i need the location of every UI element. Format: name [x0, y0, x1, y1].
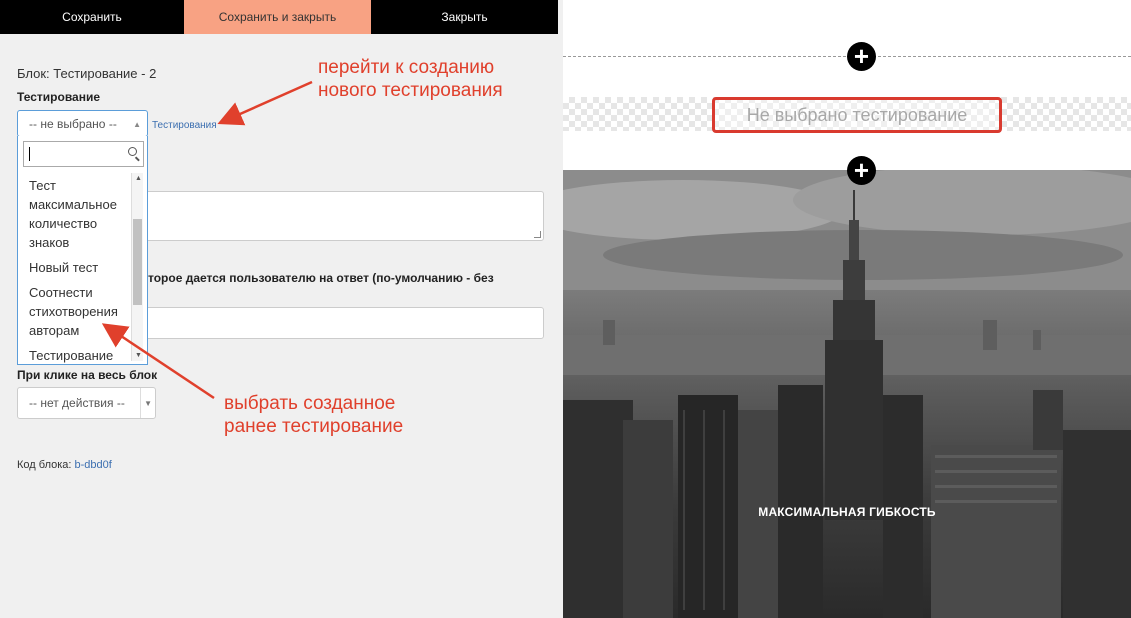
scrollbar-thumb[interactable]	[133, 219, 142, 305]
dropdown-scrollbar[interactable]: ▲ ▼	[131, 173, 143, 361]
scroll-up-icon[interactable]: ▲	[135, 175, 142, 182]
dropdown-option[interactable]: Новый тест	[22, 255, 132, 280]
test-select-value: -- не выбрано --	[29, 116, 117, 131]
text-cursor	[29, 147, 30, 161]
block-code: Код блока: b-dbd0f	[17, 459, 112, 471]
click-action-label: При клике на весь блок	[17, 368, 158, 382]
caret-down-icon: ▼	[144, 399, 152, 408]
search-icon	[128, 147, 137, 156]
page-preview: + Не выбрано тестирование МАКСИМАЛЬНАЯ Г…	[563, 0, 1131, 618]
click-action-value: -- нет действия --	[29, 396, 125, 410]
dropdown-option[interactable]: Соотнести стихотворения авторам	[22, 280, 132, 343]
time-limit-input[interactable]	[140, 307, 544, 339]
hero-city-image: МАКСИМАЛЬНАЯ ГИБКОСТЬ	[563, 170, 1131, 618]
dropdown-option[interactable]: Тестирование	[22, 343, 132, 368]
close-button[interactable]: Закрыть	[371, 0, 558, 34]
time-limit-label: торое дается пользователю на ответ (по-у…	[148, 271, 494, 285]
test-field-label: Тестирование	[17, 90, 101, 104]
add-block-button[interactable]: +	[847, 42, 876, 71]
caret-up-icon: ▲	[133, 120, 141, 129]
no-test-selected-label: Не выбрано тестирование	[712, 97, 1002, 133]
description-textarea[interactable]	[140, 191, 544, 241]
select-divider	[140, 388, 141, 418]
save-and-close-button[interactable]: Сохранить и закрыть	[184, 0, 371, 34]
editor-toolbar: Сохранить Сохранить и закрыть Закрыть	[0, 0, 558, 34]
city-skyline-illustration	[563, 170, 1131, 618]
block-code-value: b-dbd0f	[74, 459, 112, 471]
create-test-link[interactable]: Тестирования	[152, 120, 217, 131]
click-action-select[interactable]: -- нет действия -- ▼	[17, 387, 156, 419]
block-editor-panel: Сохранить Сохранить и закрыть Закрыть Бл…	[0, 0, 558, 618]
test-select-dropdown: Тест максимальное количество знаков Новы…	[17, 136, 148, 365]
save-button[interactable]: Сохранить	[0, 0, 184, 34]
add-block-button[interactable]: +	[847, 156, 876, 185]
scroll-down-icon[interactable]: ▼	[135, 352, 142, 359]
dropdown-options: Тест максимальное количество знаков Новы…	[22, 173, 132, 368]
dropdown-search-input[interactable]	[23, 141, 144, 167]
block-code-label: Код блока:	[17, 459, 72, 471]
annotation-create-test: перейти к созданию нового тестирования	[318, 57, 503, 101]
hero-title: МАКСИМАЛЬНАЯ ГИБКОСТЬ	[758, 505, 936, 519]
test-select[interactable]: -- не выбрано -- ▲	[17, 110, 148, 137]
resize-grip-icon[interactable]	[534, 231, 541, 238]
annotation-select-test: выбрать созданное ранее тестирование	[224, 393, 404, 437]
dropdown-option[interactable]: Тест максимальное количество знаков	[22, 173, 132, 255]
block-title: Блок: Тестирование - 2	[17, 66, 157, 81]
